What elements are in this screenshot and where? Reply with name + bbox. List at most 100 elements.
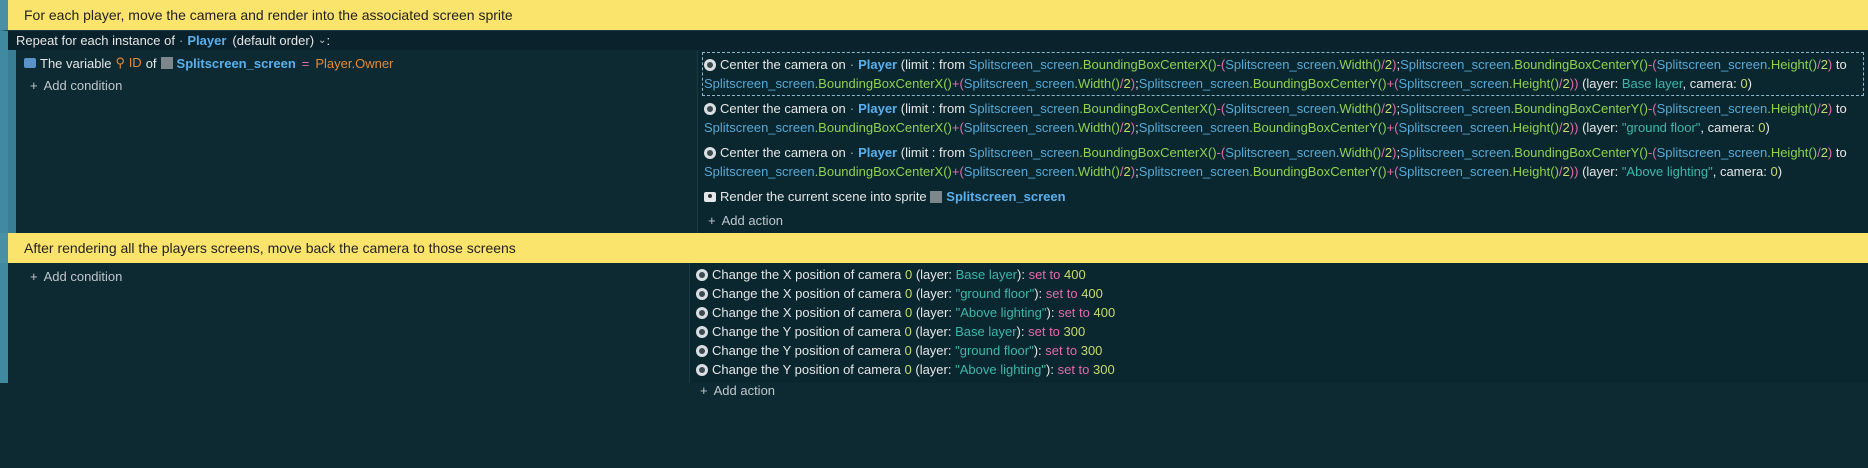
action-change-camera-position[interactable]: Change the X position of camera 0 (layer… — [694, 284, 1864, 303]
set-operator: set to — [1045, 343, 1078, 358]
action-change-camera-position[interactable]: Change the X position of camera 0 (layer… — [694, 265, 1864, 284]
expr-object: Splitscreen_screen — [1400, 101, 1511, 116]
add-condition-button[interactable]: Add condition — [24, 74, 693, 96]
comment-1[interactable]: For each player, move the camera and ren… — [0, 0, 1868, 30]
expr-fn: .Width() — [1074, 76, 1120, 91]
layer-name: "Above lighting" — [955, 305, 1047, 320]
repeat-object[interactable]: Player — [187, 33, 226, 48]
layer-name: Base layer — [1621, 76, 1683, 91]
camera-number: 0 — [1740, 76, 1748, 91]
camera-number: 0 — [904, 324, 912, 339]
camera-icon — [704, 147, 716, 159]
camera-number: 0 — [904, 343, 912, 358]
layer-name: Base layer — [955, 324, 1017, 339]
expr-num: 2 — [1562, 120, 1570, 135]
layer-label: (layer: — [1582, 164, 1619, 179]
expr-num: 2 — [1123, 120, 1131, 135]
action-change-camera-position[interactable]: Change the Y position of camera 0 (layer… — [694, 360, 1864, 379]
set-operator: set to — [1028, 324, 1060, 339]
close-paren: ) — [1777, 164, 1783, 179]
close-paren: ) — [1765, 120, 1770, 135]
layer-label: (layer: — [915, 362, 952, 377]
action-center-camera[interactable]: Center the camera on · Player (limit : fro… — [702, 52, 1864, 96]
to-label: to — [1835, 101, 1847, 116]
camera-number: 0 — [904, 362, 912, 377]
camera-icon — [704, 59, 716, 71]
sub-event-bar — [8, 50, 16, 233]
expr-op: )) — [1569, 164, 1579, 179]
add-action-button[interactable]: Add action — [702, 209, 1864, 231]
camera-label: , camera: — [1712, 164, 1767, 179]
close-paren: ): — [1046, 362, 1054, 377]
camera-icon — [696, 269, 708, 281]
expr-object: Splitscreen_screen — [1656, 145, 1768, 160]
event-1[interactable]: The variable ⚲ ID of Splitscreen_screen … — [0, 50, 1868, 233]
layer-label: (layer: — [1582, 120, 1619, 135]
camera-number: 0 — [1770, 164, 1778, 179]
action-change-camera-position[interactable]: Change the Y position of camera 0 (layer… — [694, 341, 1864, 360]
layer-name: "Above lighting" — [955, 362, 1047, 377]
add-condition-button[interactable]: Add condition — [24, 265, 685, 287]
expr-object: Splitscreen_screen — [968, 145, 1080, 160]
camera-number: 0 — [904, 286, 913, 301]
expr-fn: .BoundingBoxCenterY() — [1249, 76, 1387, 91]
actions-panel[interactable]: Change the X position of camera 0 (layer… — [689, 263, 1868, 398]
layer-label: (layer: — [1582, 76, 1619, 91]
set-value: 300 — [1093, 362, 1115, 377]
action-center-camera[interactable]: Center the camera on · Player (limit : fro… — [702, 140, 1864, 184]
expr-object: Splitscreen_screen — [704, 120, 815, 135]
event-2[interactable]: Add condition Change the X position of c… — [0, 263, 1868, 398]
expr-fn: .BoundingBoxCenterY() — [1249, 120, 1387, 135]
action-label: Center the camera on — [720, 57, 846, 72]
expr-object: Splitscreen_screen — [1398, 164, 1510, 179]
action-render-scene[interactable]: Render the current scene into sprite Spl… — [702, 184, 1864, 209]
layer-label: (layer: — [915, 343, 952, 358]
expr-object: Splitscreen_screen — [1398, 76, 1510, 91]
limit-label: (limit : from — [900, 145, 966, 160]
expr-object: Splitscreen_screen — [963, 76, 1075, 91]
expr-fn: .BoundingBoxCenterY() — [1249, 164, 1387, 179]
expr-op: +( — [951, 120, 964, 135]
expr-object: Splitscreen_screen — [704, 164, 815, 179]
expr-object: Splitscreen_screen — [1225, 145, 1336, 160]
expr-object: Splitscreen_screen — [1398, 120, 1510, 135]
conditions-panel[interactable]: Add condition — [8, 263, 689, 383]
expr-object: Splitscreen_screen — [1225, 101, 1336, 116]
expr-op: +( — [1386, 76, 1399, 91]
action-change-camera-position[interactable]: Change the X position of camera 0 (layer… — [694, 303, 1864, 322]
condition-variable[interactable]: The variable ⚲ ID of Splitscreen_screen … — [24, 52, 693, 74]
action-object: Player — [858, 145, 898, 160]
expr-num: 2 — [1820, 145, 1828, 160]
expr-op: ) — [1827, 57, 1833, 72]
add-action-button[interactable]: Add action — [694, 379, 1864, 401]
layer-label: (layer: — [915, 286, 952, 301]
action-center-camera[interactable]: Center the camera on · Player (limit : fro… — [702, 96, 1864, 140]
set-value: 300 — [1080, 343, 1103, 358]
conditions-panel[interactable]: The variable ⚲ ID of Splitscreen_screen … — [16, 50, 697, 233]
action-label: Change the Y position of camera — [712, 343, 901, 358]
cond-text: The variable — [40, 55, 112, 71]
action-object: Player — [858, 101, 898, 116]
camera-label: , camera: — [1682, 76, 1737, 91]
expr-object: Splitscreen_screen — [1400, 145, 1511, 160]
action-change-camera-position[interactable]: Change the Y position of camera 0 (layer… — [694, 322, 1864, 341]
action-object: Player — [858, 57, 898, 72]
expr-object: Splitscreen_screen — [968, 57, 1080, 72]
camera-icon — [696, 364, 708, 376]
expr-num: 2 — [1562, 76, 1570, 91]
chevron-down-icon[interactable]: ⌄ — [318, 35, 326, 46]
expr-op: +( — [951, 76, 964, 91]
expr-fn: .Width() — [1335, 145, 1382, 160]
add-action-label: Add action — [713, 382, 776, 398]
expr-fn: .BoundingBoxCenterX() — [1079, 145, 1217, 160]
action-label: Change the Y position of camera — [712, 324, 901, 339]
camera-icon — [696, 345, 708, 357]
close-paren: ): — [1017, 267, 1025, 282]
repeat-suffix: (default order) — [232, 33, 315, 48]
repeat-event-header[interactable]: Repeat for each instance of · Player (de… — [0, 30, 1868, 50]
layer-label: (layer: — [915, 324, 952, 339]
actions-panel[interactable]: Center the camera on · Player (limit : fro… — [697, 50, 1868, 233]
expr-fn: .BoundingBoxCenterX() — [1079, 57, 1217, 72]
comment-2[interactable]: After rendering all the players screens,… — [0, 233, 1868, 263]
expr-fn: .BoundingBoxCenterX() — [1079, 101, 1217, 116]
